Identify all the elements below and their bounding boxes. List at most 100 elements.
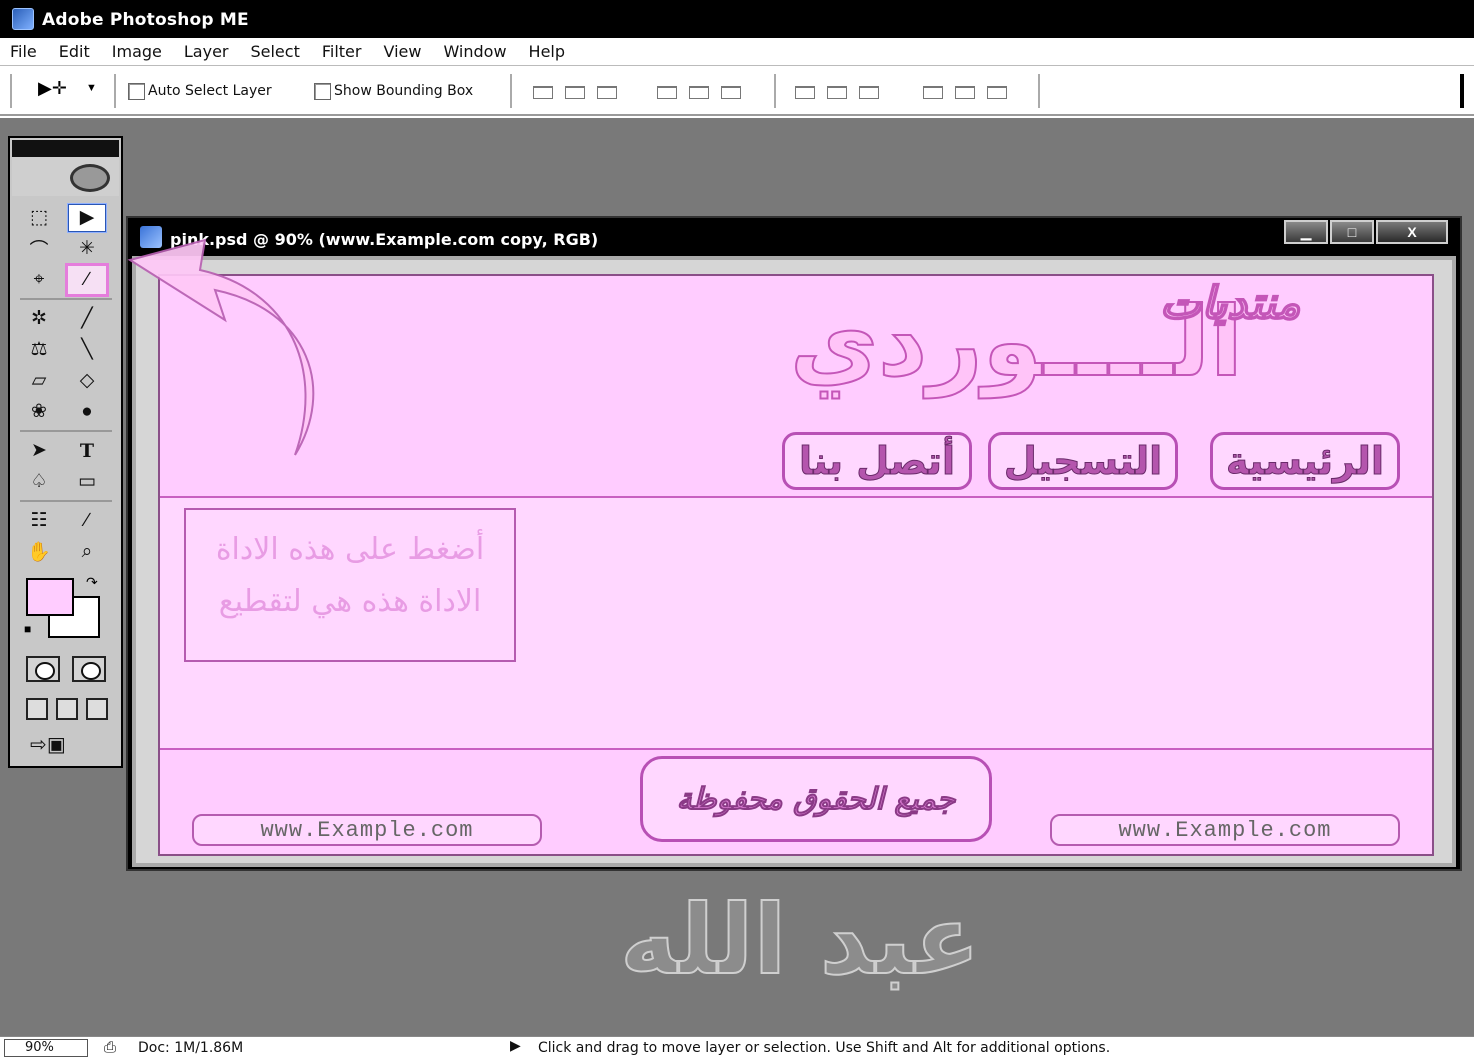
jump-to-row: ⇨▣ <box>26 732 76 762</box>
history-brush-tool-icon[interactable]: ╲ <box>68 336 106 364</box>
menu-image[interactable]: Image <box>112 42 162 61</box>
banner-section: الــــوردي منتديات الرئيسية التسجيل أتصل… <box>160 276 1432 498</box>
dodge-tool-icon[interactable]: ● <box>68 398 106 426</box>
brush-tool-icon[interactable]: ╱ <box>68 305 106 333</box>
auto-select-layer-option[interactable]: Auto Select Layer <box>128 81 272 101</box>
crop-tool-icon[interactable]: ⌖ <box>20 266 58 294</box>
standard-mode-button[interactable] <box>26 656 60 682</box>
pen-tool-icon[interactable]: ♤ <box>20 468 58 496</box>
forum-name-small: منتديات <box>1159 277 1301 330</box>
foreground-color-swatch[interactable] <box>26 578 74 616</box>
magic-wand-tool-icon[interactable]: ✳ <box>68 235 106 263</box>
type-tool-icon[interactable]: T <box>68 437 106 465</box>
blur-tool-icon[interactable]: ❀ <box>20 398 58 426</box>
options-divider <box>774 74 776 108</box>
hand-tool-icon[interactable]: ✋ <box>20 538 58 566</box>
menu-edit[interactable]: Edit <box>59 42 90 61</box>
marquee-tool-icon[interactable]: ⬚ <box>20 204 58 232</box>
slice-tool-icon[interactable]: ∕ <box>65 262 109 297</box>
auto-select-layer-label: Auto Select Layer <box>148 83 272 99</box>
document-icon <box>140 226 162 248</box>
menu-view[interactable]: View <box>383 42 421 61</box>
auto-select-layer-checkbox[interactable] <box>128 82 145 100</box>
move-tool-icon[interactable]: ▶ <box>67 202 107 233</box>
menu-layer[interactable]: Layer <box>184 42 229 61</box>
full-screen-mode-button[interactable] <box>86 698 108 720</box>
minimize-button[interactable]: ▁ <box>1284 220 1328 244</box>
path-selection-tool-icon[interactable]: ➤ <box>20 437 58 465</box>
footer-section: www.Example.com جميع الحقوق محفوظة www.E… <box>160 750 1432 854</box>
distribute-right-icon[interactable] <box>984 82 1010 102</box>
zoom-tool-icon[interactable]: ⌕ <box>68 538 106 566</box>
distribute-vertical-group <box>792 81 888 103</box>
align-right-icon[interactable] <box>718 82 744 102</box>
eyedropper-tool-icon[interactable]: ∕ <box>68 507 106 535</box>
swap-colors-icon[interactable]: ↷ <box>86 574 98 591</box>
tool-divider <box>20 430 112 432</box>
align-vertical-center-icon[interactable] <box>562 82 588 102</box>
menu-select[interactable]: Select <box>250 42 299 61</box>
document-frame: الــــوردي منتديات الرئيسية التسجيل أتصل… <box>132 256 1456 867</box>
align-left-icon[interactable] <box>654 82 680 102</box>
default-colors-icon[interactable]: ■ <box>24 622 31 636</box>
instruction-line-1: أضغط على هذه الاداة <box>215 532 485 567</box>
align-horizontal-group <box>654 81 750 103</box>
instruction-note: أضغط على هذه الاداة الاداة هذه هي لتقطيع <box>184 508 516 662</box>
menu-bar: File Edit Image Layer Select Filter View… <box>0 38 1474 66</box>
chevron-down-icon: ▼ <box>86 82 97 94</box>
menu-window[interactable]: Window <box>443 42 506 61</box>
app-titlebar: Adobe Photoshop ME <box>0 0 1474 38</box>
author-signature: عبد الله العجيلي <box>615 883 985 1057</box>
shape-tool-icon[interactable]: ▭ <box>68 468 106 496</box>
image-canvas[interactable]: الــــوردي منتديات الرئيسية التسجيل أتصل… <box>158 274 1434 856</box>
document-size: Doc: 1M/1.86M <box>138 1040 244 1056</box>
status-message: Click and drag to move layer or selectio… <box>538 1040 1111 1056</box>
clone-stamp-tool-icon[interactable]: ⚖ <box>20 336 58 364</box>
document-titlebar[interactable]: pink.psd @ 90% (www.Example.com copy, RG… <box>128 218 1460 254</box>
eye-icon <box>70 164 110 192</box>
toolbox: ⬚ ▶ ⌒ ✳ ⌖ ∕ ✲ ╱ ⚖ ╲ ▱ ◇ ❀ ● ➤ T ♤ ▭ ☷ ∕ … <box>8 136 123 768</box>
distribute-left-icon[interactable] <box>920 82 946 102</box>
notes-tool-icon[interactable]: ☷ <box>20 507 58 535</box>
tool-preset-picker[interactable]: ▶✛ ▼ <box>36 78 104 104</box>
healing-brush-tool-icon[interactable]: ✲ <box>20 305 58 333</box>
standard-screen-mode-button[interactable] <box>26 698 48 720</box>
distribute-top-icon[interactable] <box>792 82 818 102</box>
jump-to-imageready-icon[interactable]: ⇨▣ <box>26 732 70 758</box>
distribute-horizontal-center-icon[interactable] <box>952 82 978 102</box>
maximize-button[interactable]: □ <box>1330 220 1374 244</box>
screen-mode-row <box>26 698 116 728</box>
distribute-bottom-icon[interactable] <box>856 82 882 102</box>
toolbox-header-art[interactable] <box>12 140 119 196</box>
paint-bucket-tool-icon[interactable]: ◇ <box>68 367 106 395</box>
close-button[interactable]: X <box>1376 220 1448 244</box>
zoom-field[interactable]: 90% <box>4 1039 88 1057</box>
options-divider <box>114 74 116 108</box>
options-divider <box>1038 74 1040 108</box>
quick-mask-mode-button[interactable] <box>72 656 106 682</box>
menu-help[interactable]: Help <box>529 42 565 61</box>
copyright-badge: جميع الحقوق محفوظة <box>640 756 992 842</box>
align-horizontal-center-icon[interactable] <box>686 82 712 102</box>
options-divider <box>510 74 512 108</box>
distribute-vertical-center-icon[interactable] <box>824 82 850 102</box>
full-screen-menu-mode-button[interactable] <box>56 698 78 720</box>
menu-filter[interactable]: Filter <box>322 42 362 61</box>
eraser-tool-icon[interactable]: ▱ <box>20 367 58 395</box>
show-bounding-box-option[interactable]: Show Bounding Box <box>314 81 473 101</box>
status-bar: 90% ⎙ Doc: 1M/1.86M ▶ Click and drag to … <box>0 1036 1474 1057</box>
menu-file[interactable]: File <box>10 42 37 61</box>
nav-register-button: التسجيل <box>988 432 1178 490</box>
lasso-tool-icon[interactable]: ⌒ <box>20 235 58 263</box>
document-window: pink.psd @ 90% (www.Example.com copy, RG… <box>126 216 1462 871</box>
align-top-icon[interactable] <box>530 82 556 102</box>
nav-contact-button: أتصل بنا <box>782 432 972 490</box>
show-bounding-box-checkbox[interactable] <box>314 82 331 100</box>
document-title: pink.psd @ 90% (www.Example.com copy, RG… <box>170 230 599 249</box>
tool-grid: ⬚ ▶ ⌒ ✳ ⌖ ∕ ✲ ╱ ⚖ ╲ ▱ ◇ ❀ ● ➤ T ♤ ▭ ☷ ∕ … <box>20 202 116 567</box>
show-bounding-box-label: Show Bounding Box <box>334 83 474 99</box>
play-arrow-icon[interactable]: ▶ <box>510 1038 521 1054</box>
align-bottom-icon[interactable] <box>594 82 620 102</box>
document-info-icon[interactable]: ⎙ <box>104 1038 116 1056</box>
distribute-horizontal-group <box>920 81 1016 103</box>
